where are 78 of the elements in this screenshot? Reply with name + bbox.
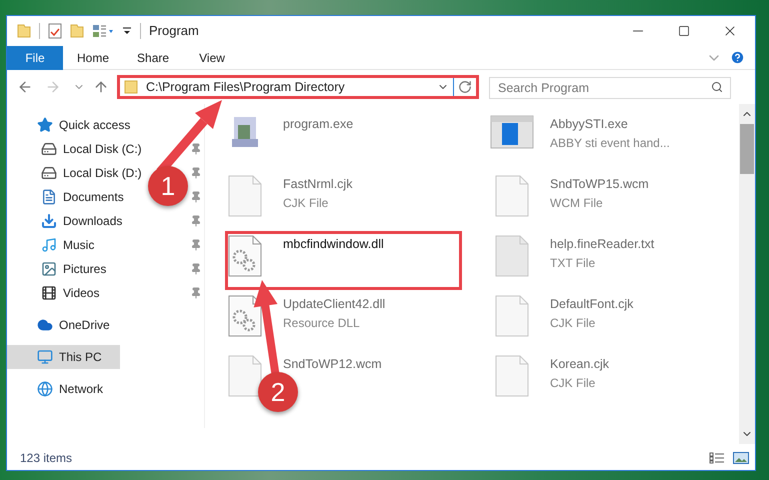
ribbon-tab[interactable]: View <box>183 46 242 70</box>
file-name[interactable]: Korean.cjk <box>550 355 610 374</box>
pin-icon[interactable] <box>190 191 202 203</box>
address-path: C:\Program Files\Program Directory <box>146 78 346 96</box>
file-name[interactable]: FastNrml.cjk <box>283 175 352 194</box>
document-icon <box>41 189 57 205</box>
sidebar-item[interactable]: Documents <box>41 185 128 209</box>
globe-icon <box>37 381 53 397</box>
file-name[interactable]: SndToWP15.wcm <box>550 175 649 194</box>
pin-icon[interactable] <box>190 263 202 275</box>
scrollbar[interactable] <box>739 104 755 444</box>
file-type: TXT File <box>550 254 596 272</box>
details-view-icon[interactable] <box>709 452 725 464</box>
ribbon-tab[interactable]: Share <box>123 46 184 70</box>
file-name[interactable]: mbcfindwindow.dll <box>283 235 384 254</box>
picture-icon <box>41 261 57 277</box>
sidebar-item[interactable]: Downloads <box>41 209 126 233</box>
file-type: CJK File <box>283 194 330 212</box>
download-icon <box>41 213 57 229</box>
document-icon <box>228 355 262 397</box>
file-type: CJK File <box>550 374 596 392</box>
back-button[interactable] <box>17 79 33 95</box>
up-button[interactable] <box>93 79 109 95</box>
large-icons-view-icon[interactable] <box>733 452 749 464</box>
sidebar-item[interactable]: Network <box>37 377 108 401</box>
sidebar-item[interactable]: Quick access <box>37 113 134 137</box>
sidebar-item[interactable]: OneDrive <box>37 313 114 337</box>
drive-icon <box>41 141 57 157</box>
address-bar[interactable]: C:\Program Files\Program Directory <box>117 75 479 99</box>
document-icon <box>228 175 262 217</box>
scroll-thumb[interactable] <box>740 124 754 174</box>
search-field[interactable]: Search Program <box>489 77 731 99</box>
sidebar-item[interactable]: Music <box>41 233 98 257</box>
file-name[interactable]: AbbyySTI.exe <box>550 115 670 134</box>
drive-icon <box>41 165 57 181</box>
pin-icon[interactable] <box>190 143 202 155</box>
file-type: WCM File <box>550 194 604 212</box>
gear-file-icon <box>228 235 262 277</box>
pin-icon[interactable] <box>190 239 202 251</box>
refresh-button[interactable] <box>458 80 472 94</box>
dropdown-icon[interactable] <box>122 26 132 36</box>
application-window-icon <box>490 115 534 149</box>
cloud-icon <box>37 317 53 333</box>
properties-icon[interactable] <box>48 23 62 39</box>
document-icon <box>495 235 529 277</box>
file-name[interactable]: SndToWP12.wcm <box>283 355 382 374</box>
ribbon-tab[interactable]: Home <box>63 46 124 70</box>
pin-icon[interactable] <box>190 167 202 179</box>
ribbon-tab[interactable]: File <box>7 46 63 70</box>
sidebar-item[interactable]: Videos <box>41 281 104 305</box>
file-type: ABBY sti event hand... <box>550 134 670 152</box>
file-name[interactable]: UpdateClient42.dll <box>283 295 386 314</box>
pin-icon[interactable] <box>190 215 202 227</box>
folder-icon <box>124 80 138 94</box>
window-title: Program <box>149 22 199 40</box>
sidebar-item[interactable]: This PC <box>7 345 120 369</box>
help-icon[interactable] <box>730 50 745 65</box>
file-type: CJK File <box>550 314 596 332</box>
sidebar-item[interactable]: Pictures <box>41 257 110 281</box>
file-type: Resource DLL <box>283 314 361 332</box>
star-icon <box>37 117 53 133</box>
gear-file-icon <box>228 295 262 337</box>
document-icon <box>495 295 529 337</box>
sidebar-item[interactable]: Local Disk (D:) <box>41 161 146 185</box>
file-name[interactable]: program.exe <box>283 115 354 134</box>
item-count: 123 items <box>20 450 72 467</box>
monitor-icon <box>37 349 53 365</box>
file-name[interactable]: help.fineReader.txt <box>550 235 654 254</box>
film-icon <box>41 285 57 301</box>
music-note-icon <box>41 237 57 253</box>
maximize-button[interactable] <box>678 25 690 37</box>
view-options-icon[interactable] <box>92 24 114 38</box>
sidebar-item[interactable]: Local Disk (C:) <box>41 137 146 161</box>
document-icon <box>495 355 529 397</box>
search-icon[interactable] <box>711 81 723 93</box>
pin-icon[interactable] <box>190 287 202 299</box>
document-icon <box>495 175 529 217</box>
file-name[interactable]: DefaultFont.cjk <box>550 295 634 314</box>
